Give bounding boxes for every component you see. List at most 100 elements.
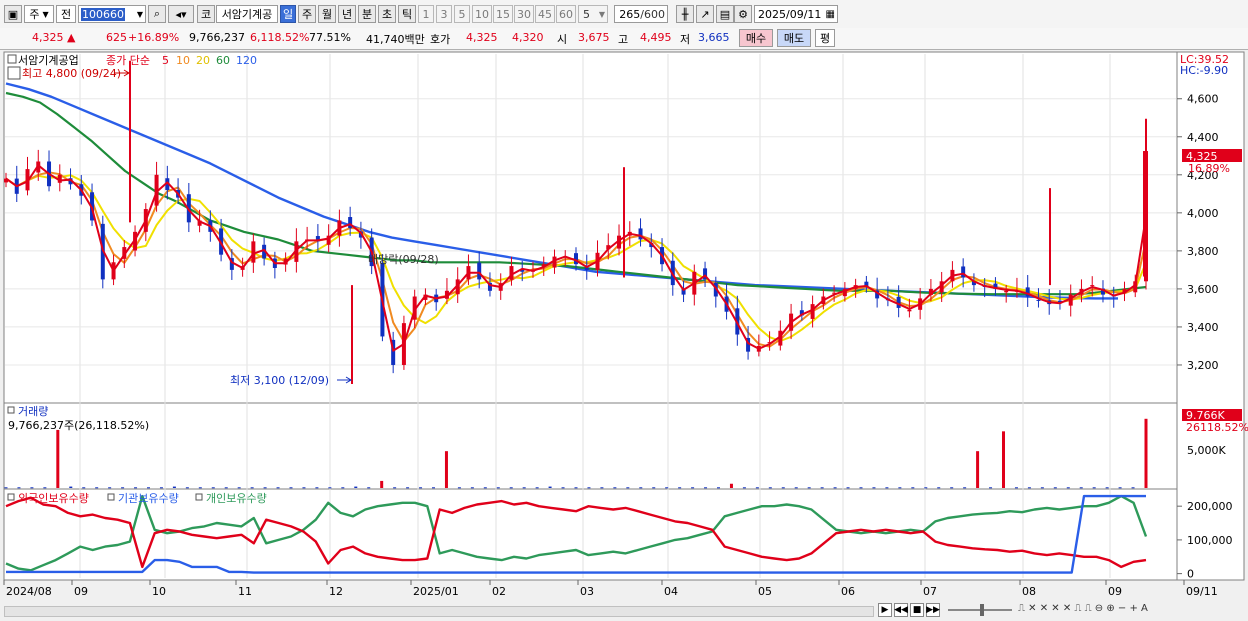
ma20-legend: 20 [196, 54, 210, 67]
stock-name-field[interactable]: 서암기계공 [216, 5, 278, 23]
count-field[interactable]: 265/600 [614, 5, 668, 23]
window-icon[interactable]: ▣ [4, 5, 22, 23]
period-label: 주 [29, 8, 40, 21]
tf-min-button[interactable]: 분 [358, 5, 376, 23]
interval-button[interactable]: 10 [472, 5, 492, 23]
candle-body [907, 309, 912, 312]
stock-name-prefix[interactable]: 코 [197, 5, 215, 23]
date-field[interactable]: 2025/09/11 ▦ [754, 5, 838, 23]
tool-icons[interactable]: ⎍ ✕ ✕ ✕ ✕ ⎍ ⎍ ⊖ ⊕ − + A [1018, 603, 1148, 614]
panel-menu-icon[interactable] [195, 493, 203, 501]
volume-bar [250, 487, 254, 489]
tf-year-button[interactable]: 년 [338, 5, 356, 23]
tf-day-button[interactable]: 일 [280, 5, 296, 23]
volume-bar [794, 487, 798, 489]
tf-tick-button[interactable]: 틱 [398, 5, 416, 23]
interval-button[interactable]: 30 [514, 5, 534, 23]
avg-button[interactable]: 평 [815, 29, 835, 47]
period-select[interactable]: 주 ▼ [24, 5, 54, 23]
prev-button[interactable]: 전 [56, 5, 76, 23]
volume-bar [522, 487, 526, 489]
volume-bar [43, 487, 47, 489]
volume-bar [574, 487, 578, 489]
bid1-value: 4,325 [466, 31, 498, 44]
gear-icon[interactable]: ⚙ [734, 5, 752, 23]
x-tick-label: 04 [664, 585, 678, 598]
holdings-tick-label: 100,000 [1187, 534, 1233, 547]
interval-button[interactable]: 3 [436, 5, 452, 23]
open-value: 3,675 [578, 31, 610, 44]
forward-icon[interactable]: ▶▶ [926, 603, 940, 617]
volume-bar [237, 487, 241, 489]
volume-bar [833, 487, 837, 489]
volume-bar [924, 487, 928, 489]
dividend-annotation: 배당락(09/28) [368, 253, 439, 266]
search-icon[interactable]: ⌕ [148, 5, 166, 23]
volume-bar [172, 486, 176, 488]
buy-button[interactable]: 매수 [739, 29, 773, 47]
scroll-track[interactable] [4, 606, 874, 617]
tf-week-button[interactable]: 주 [298, 5, 316, 23]
volume-title: 거래량 [18, 405, 48, 418]
bid2-value: 4,320 [512, 31, 544, 44]
volume-bar [613, 487, 617, 489]
volume-bar [1105, 487, 1109, 489]
volume-bar [56, 429, 60, 488]
toolbar: ▣ 주 ▼ 전 100660 ▼ ⌕ ◂▾ 코 서암기계공 일 주 월 년 분 초 … [0, 0, 1248, 29]
open-label: 시 [557, 33, 568, 46]
volume-bar [678, 487, 682, 489]
volume-bar [898, 487, 902, 489]
interval-button[interactable]: 45 [535, 5, 555, 23]
speaker-icon[interactable]: ◂▾ [168, 5, 194, 23]
volume-value: 9,766,237 [189, 31, 245, 44]
indicator-toggle-icon[interactable] [7, 66, 21, 80]
holdings-tick-label: 200,000 [1187, 500, 1233, 513]
zoom-handle[interactable] [980, 604, 984, 616]
panel-menu-icon[interactable] [7, 493, 15, 501]
price-tick-label: 3,800 [1187, 245, 1219, 258]
volume-bar [976, 451, 980, 488]
volume-bar [496, 487, 500, 489]
volume-bar [1118, 487, 1122, 489]
candle-body [477, 262, 482, 280]
stock-chart[interactable]: 3,2003,4003,6003,8004,0004,2004,4004,600… [0, 50, 1248, 600]
volume-bar [781, 487, 785, 489]
last-pct-tag-text: 16.89% [1188, 162, 1230, 175]
price-panel [3, 51, 1178, 404]
volume-bar [1092, 487, 1096, 489]
scroll-right-icon[interactable]: ▶ [878, 603, 892, 617]
bid-label: 호가 [430, 33, 451, 46]
candle-icon[interactable]: ╫ [676, 5, 694, 23]
draw-icon[interactable]: ↗ [696, 5, 714, 23]
tf-sec-button[interactable]: 초 [378, 5, 396, 23]
price-tick-label: 3,600 [1187, 283, 1219, 296]
interval-button[interactable]: 1 [418, 5, 434, 23]
tf-month-button[interactable]: 월 [318, 5, 336, 23]
interval-select[interactable]: 5 ▼ [578, 5, 608, 23]
volume-bar [755, 487, 759, 489]
save-icon[interactable]: ▤ [716, 5, 734, 23]
interval-button[interactable]: 15 [493, 5, 513, 23]
volume-bar [457, 487, 461, 489]
candle-body [1004, 290, 1009, 293]
ma10-legend: 10 [176, 54, 190, 67]
panel-menu-icon[interactable] [107, 493, 115, 501]
volume-bar [17, 487, 21, 489]
chevron-down-icon: ▼ [42, 9, 49, 19]
panel-menu-icon[interactable] [7, 406, 15, 414]
interval-button[interactable]: 60 [556, 5, 576, 23]
panel-menu-icon[interactable] [7, 54, 17, 64]
volume-bar [198, 487, 202, 489]
volume-bar [95, 487, 99, 489]
candle-body [1036, 299, 1041, 301]
volume-bar [406, 487, 410, 489]
price-tick-label: 4,600 [1187, 93, 1219, 106]
sell-button[interactable]: 매도 [777, 29, 811, 47]
rewind-icon[interactable]: ◀◀ [894, 603, 908, 617]
code-input[interactable]: 100660 ▼ [78, 5, 146, 23]
chart-scrollbar[interactable]: ▶ ◀◀ ■ ▶▶ ⎍ ✕ ✕ ✕ ✕ ⎍ ⎍ ⊖ ⊕ − + A [0, 600, 1248, 621]
candle-body [1090, 285, 1095, 287]
ma5-legend: 5 [162, 54, 169, 67]
interval-button[interactable]: 5 [454, 5, 470, 23]
stop-icon[interactable]: ■ [910, 603, 924, 617]
